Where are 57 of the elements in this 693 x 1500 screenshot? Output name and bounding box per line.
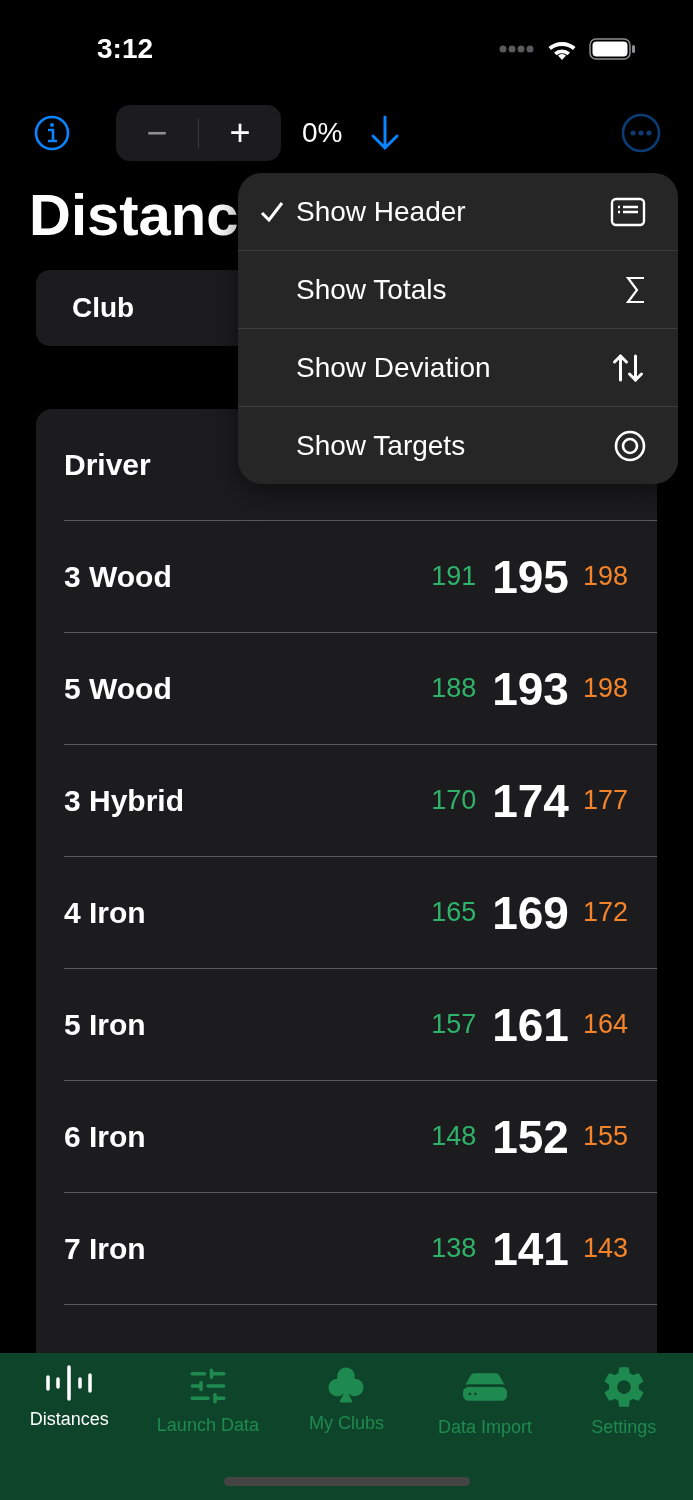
low-distance: 157 <box>431 1009 477 1040</box>
decrement-button[interactable]: − <box>116 115 198 151</box>
menu-item[interactable]: Show Header <box>238 173 678 250</box>
high-distance: 172 <box>582 897 628 928</box>
down-arrow-icon[interactable] <box>370 115 401 151</box>
page-title: Distanc <box>29 181 239 249</box>
high-distance: 177 <box>582 785 628 816</box>
waveform-icon <box>45 1365 94 1401</box>
club-name: 5 Wood <box>64 671 172 706</box>
target-icon <box>614 429 646 462</box>
high-distance: 164 <box>582 1009 628 1040</box>
club-name: 3 Hybrid <box>64 783 185 818</box>
club-name: 4 Iron <box>64 895 146 930</box>
high-distance: 198 <box>582 561 628 592</box>
menu-label: Show Targets <box>296 429 467 462</box>
club-name: 3 Wood <box>64 559 172 594</box>
average-distance: 152 <box>492 1109 569 1164</box>
header-icon <box>610 196 646 227</box>
low-distance: 170 <box>431 785 477 816</box>
tab-label: Settings <box>591 1417 657 1438</box>
average-distance: 169 <box>492 885 569 940</box>
high-distance: 155 <box>582 1121 628 1152</box>
battery-icon <box>589 38 635 60</box>
average-distance: 193 <box>492 661 569 716</box>
percent-value: 0% <box>302 117 343 149</box>
sigma-icon <box>626 275 646 304</box>
tab-label: Distances <box>29 1409 109 1430</box>
info-icon[interactable] <box>34 115 70 151</box>
status-time: 3:12 <box>97 33 154 65</box>
average-distance: 195 <box>492 549 569 604</box>
menu-item[interactable]: Show Deviation <box>238 328 678 406</box>
club-name: 7 Iron <box>64 1231 146 1266</box>
average-distance: 141 <box>492 1221 569 1276</box>
signal-icon <box>499 45 535 53</box>
tab-item[interactable]: Distances <box>0 1353 139 1438</box>
menu-item[interactable]: Show Totals <box>238 250 678 328</box>
low-distance: 188 <box>431 673 477 704</box>
average-distance: 174 <box>492 773 569 828</box>
low-distance: 138 <box>431 1233 477 1264</box>
low-distance: 148 <box>431 1121 477 1152</box>
high-distance: 143 <box>582 1233 628 1264</box>
average-distance: 161 <box>492 997 569 1052</box>
club-name: Driver <box>64 447 151 482</box>
club-name: 5 Iron <box>64 1007 146 1042</box>
menu-label: Show Header <box>296 195 467 228</box>
menu-label: Show Deviation <box>296 351 492 384</box>
tab-label: Data Import <box>438 1417 533 1438</box>
checkmark-icon <box>260 200 284 223</box>
segment-label: Club <box>72 292 135 324</box>
club-name: 6 Iron <box>64 1119 146 1154</box>
low-distance: 165 <box>431 897 477 928</box>
low-distance: 191 <box>431 561 477 592</box>
tab-label: My Clubs <box>308 1413 384 1434</box>
tab-label: Launch Data <box>156 1415 259 1436</box>
increment-button[interactable]: + <box>199 115 281 151</box>
high-distance: 198 <box>582 673 628 704</box>
menu-item[interactable]: Show Targets <box>238 406 678 484</box>
